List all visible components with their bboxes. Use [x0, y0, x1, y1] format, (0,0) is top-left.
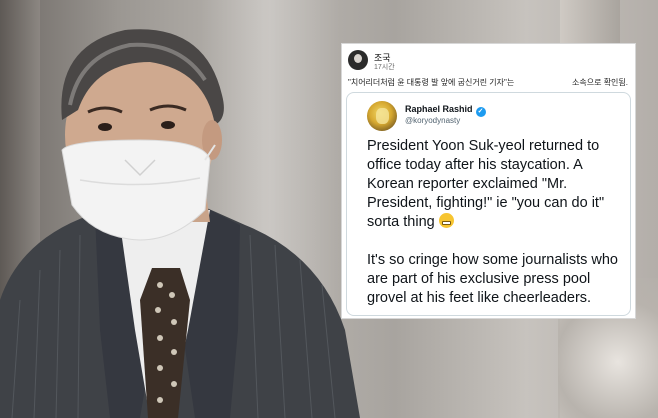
embedded-tweet[interactable]: Raphael Rashid ✓ @koryodynasty President … [346, 92, 631, 316]
verified-badge-icon: ✓ [475, 107, 486, 117]
tweet-author-name-text: Raphael Rashid [405, 104, 473, 114]
tweet-author-handle[interactable]: @koryodynasty [405, 116, 460, 125]
post-caption-left: "치어리더처럼 윤 대통령 발 앞에 굽신거린 기자"는 [348, 78, 515, 87]
tweet-paragraph-1: President Yoon Suk-yeol returned to offi… [367, 137, 629, 232]
tweet-text: President Yoon Suk-yeol returned to offi… [367, 137, 629, 308]
person-in-mask [0, 29, 360, 418]
post-caption-right: 소속으로 확인됨. [572, 78, 628, 87]
post-timestamp[interactable]: 17시간 [374, 62, 395, 72]
grimacing-face-icon [438, 213, 454, 228]
author-avatar[interactable] [348, 50, 368, 70]
tweet-author-avatar[interactable] [367, 101, 397, 131]
tweet-paragraph-2: It's so cringe how some journalists who … [367, 252, 618, 306]
tweet-paragraph-1-text: President Yoon Suk-yeol returned to offi… [367, 138, 605, 230]
social-post-card: 조국 17시간 "치어리더처럼 윤 대통령 발 앞에 굽신거린 기자"는 소속으… [341, 43, 636, 319]
